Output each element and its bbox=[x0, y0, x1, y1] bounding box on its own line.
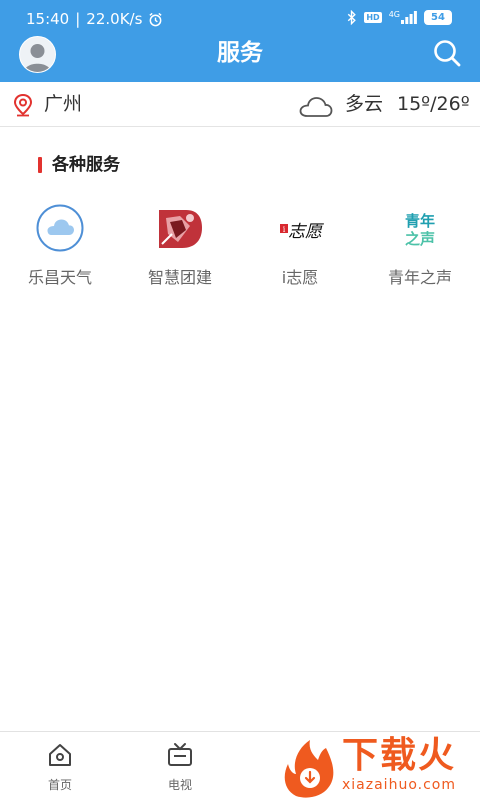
section-marker bbox=[38, 157, 42, 173]
tab-label: 首页 bbox=[47, 778, 72, 792]
location-weather-bar: 广州 多云 15º/26º bbox=[0, 82, 480, 127]
app-header: 15:40 | 22.0K/s HD 4G 54 服务 bbox=[0, 0, 480, 82]
service-item-volunteer[interactable]: i 志愿 i志愿 bbox=[240, 198, 360, 298]
status-speed: 22.0K/s bbox=[86, 10, 143, 28]
weather-condition: 多云 bbox=[345, 93, 384, 115]
location-pin-icon[interactable] bbox=[13, 93, 33, 121]
youth-voice-logo-text-bottom: 之声 bbox=[405, 230, 435, 248]
page-title: 服务 bbox=[217, 40, 263, 66]
volunteer-logo-text: 志愿 bbox=[288, 222, 324, 242]
youth-voice-logo-icon: 青年 之声 bbox=[396, 204, 444, 252]
tuanjian-logo-icon bbox=[156, 204, 204, 252]
alarm-icon bbox=[149, 12, 162, 26]
cloud-icon bbox=[36, 204, 84, 252]
svg-text:i: i bbox=[283, 225, 286, 234]
bluetooth-icon bbox=[348, 10, 357, 25]
service-item-youth-voice[interactable]: 青年 之声 青年之声 bbox=[360, 198, 480, 298]
watermark-text: 下载火 bbox=[342, 735, 457, 776]
status-time: 15:40 bbox=[26, 10, 70, 28]
signal-icon: 4G bbox=[389, 11, 417, 24]
cloud-icon bbox=[299, 96, 333, 122]
watermark: 下载火 xiazaihuo.com bbox=[280, 736, 476, 798]
services-grid: 乐昌天气 智慧团建 i 志愿 i志愿 青年 之声 青年之声 bbox=[0, 198, 480, 298]
tab-home[interactable]: 首页 bbox=[0, 732, 120, 801]
home-icon bbox=[47, 742, 73, 768]
temperature-range: 15º/26º bbox=[397, 93, 470, 115]
volunteer-logo-icon: i 志愿 bbox=[276, 204, 324, 252]
section-title: 各种服务 bbox=[52, 155, 120, 175]
service-label: 智慧团建 bbox=[147, 268, 212, 287]
service-item-weather[interactable]: 乐昌天气 bbox=[0, 198, 120, 298]
hd-badge: HD bbox=[364, 12, 382, 23]
status-bar: 15:40 | 22.0K/s HD 4G 54 bbox=[0, 0, 480, 40]
watermark-logo-icon bbox=[284, 740, 334, 798]
search-icon bbox=[434, 40, 461, 67]
search-button[interactable] bbox=[432, 38, 462, 68]
youth-voice-logo-text-top: 青年 bbox=[405, 212, 435, 230]
tab-tv[interactable]: 电视 bbox=[120, 732, 240, 801]
battery-indicator: 54 bbox=[424, 10, 452, 25]
city-name[interactable]: 广州 bbox=[44, 91, 82, 117]
tv-icon bbox=[167, 742, 193, 768]
tab-label: 电视 bbox=[167, 778, 192, 792]
watermark-url: xiazaihuo.com bbox=[342, 777, 456, 793]
service-label: 乐昌天气 bbox=[27, 268, 92, 287]
service-label: i志愿 bbox=[281, 268, 319, 287]
service-label: 青年之声 bbox=[387, 268, 452, 287]
service-item-tuanjian[interactable]: 智慧团建 bbox=[120, 198, 240, 298]
